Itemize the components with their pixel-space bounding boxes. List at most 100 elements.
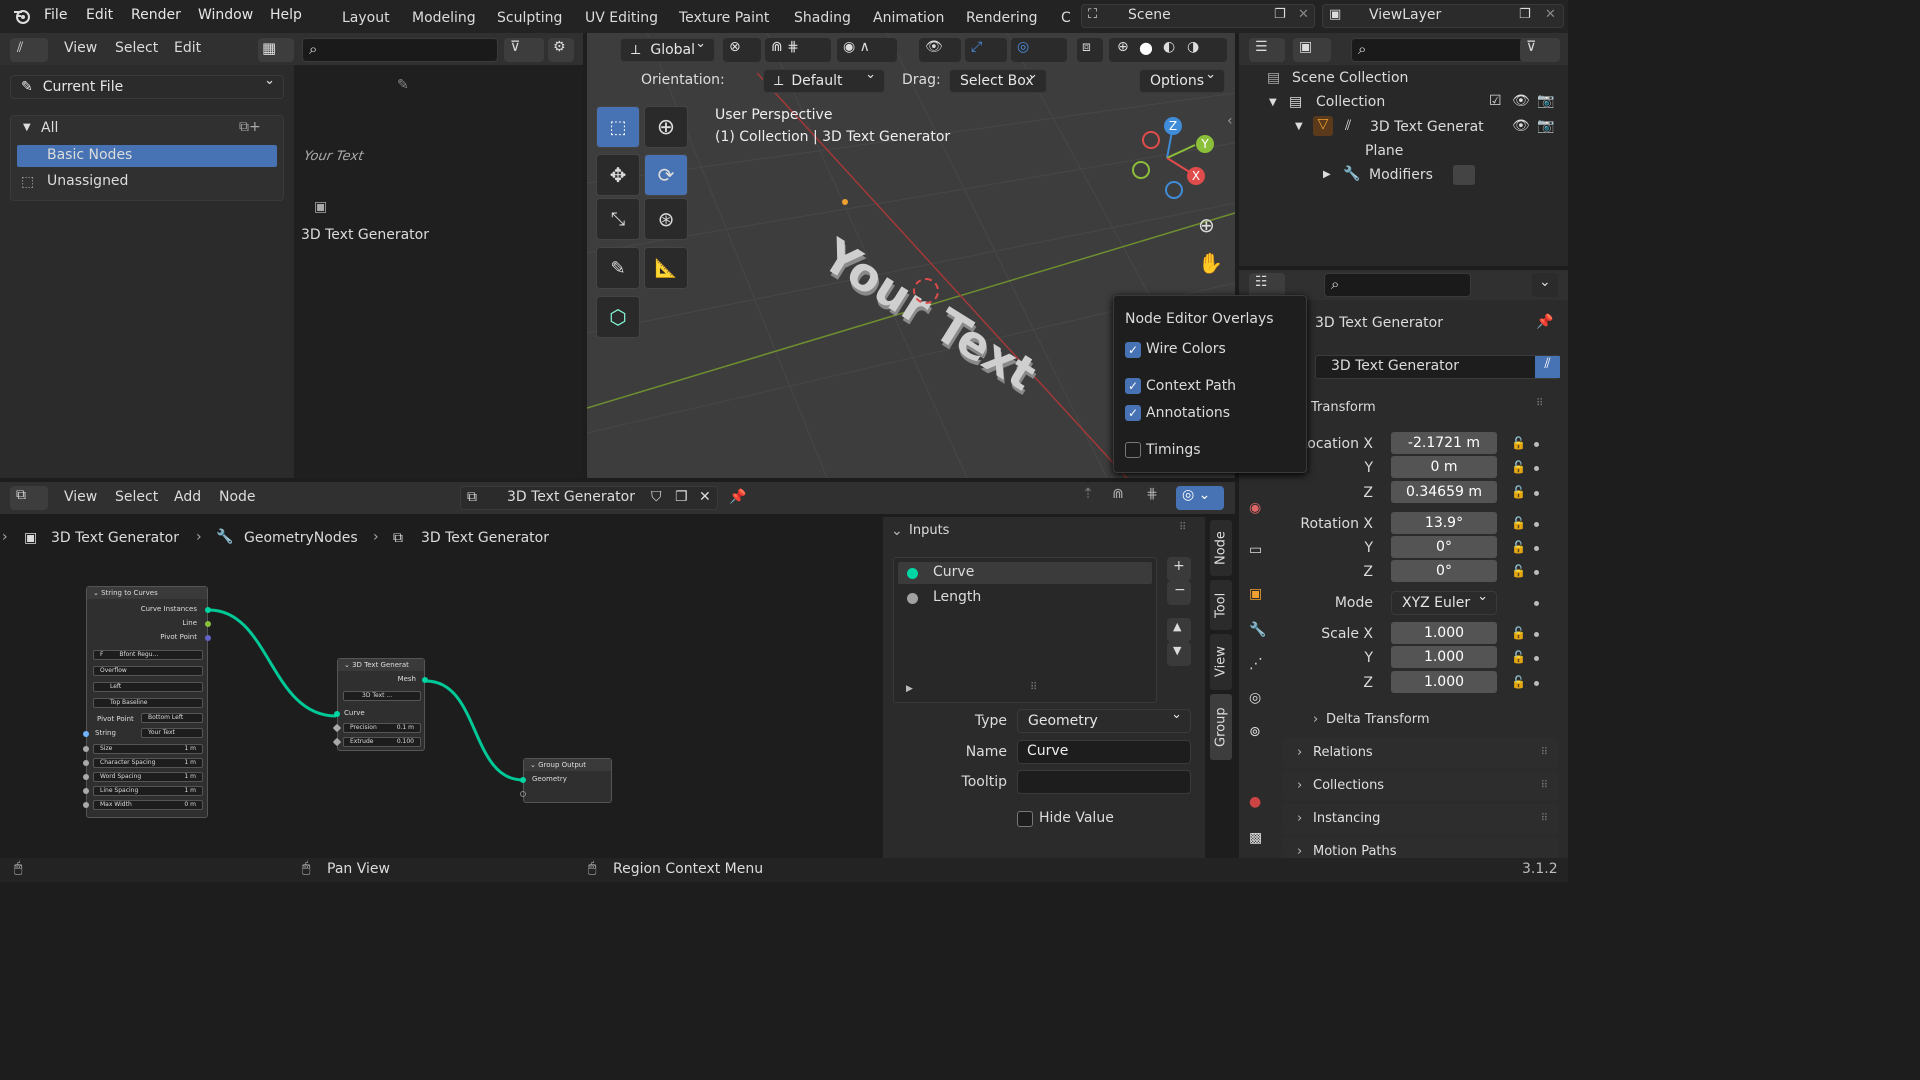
font-selector[interactable]: F Bfont Regu... [93,650,203,660]
keyframe-dot-icon[interactable] [1534,522,1539,527]
timings-checkbox[interactable] [1125,442,1141,458]
rotate-tool[interactable]: ⟳ [644,154,688,196]
overflow-dropdown[interactable]: Overflow [93,666,203,676]
socket-mesh[interactable] [422,677,428,683]
particles-tab-icon[interactable]: ⋰ [1249,656,1263,672]
3d-cursor[interactable] [913,278,939,304]
transform-tool[interactable]: ⊛ [644,198,688,240]
outliner-search-input[interactable]: ⌕ [1351,38,1525,62]
collection-tab-icon[interactable]: ▭ [1249,542,1262,558]
keyframe-dot-icon[interactable] [1534,601,1539,606]
character-spacing-field[interactable]: Character Spacing 1 m [93,758,203,768]
proportional-edit-button[interactable]: ◉ ∧ [837,38,897,62]
scale-z-field[interactable]: 1.000 [1391,671,1497,693]
menu-edit[interactable]: Edit [86,7,113,23]
remove-input-button[interactable]: − [1167,581,1191,605]
lock-icon[interactable]: 🔓 [1511,675,1526,689]
size-field[interactable]: Size 1 m [93,744,203,754]
line-spacing-field[interactable]: Line Spacing 1 m [93,786,203,796]
align-x-dropdown[interactable]: Left [93,682,203,692]
node-header[interactable]: ⌄ Group Output [524,759,611,771]
gizmo-neg-z[interactable] [1165,181,1183,199]
menu-render[interactable]: Render [131,7,181,23]
solid-shading-icon[interactable]: ● [1139,38,1153,57]
tab-sculpting[interactable]: Sculpting [497,10,562,26]
gizmo-z[interactable]: Z [1164,117,1182,135]
menu-view[interactable]: View [64,40,97,56]
display-mode-button[interactable]: ▦ [258,38,294,62]
location-y-field[interactable]: 0 m [1391,456,1497,478]
keyframe-dot-icon[interactable] [1534,546,1539,551]
overlays-button[interactable]: ◎ [1011,38,1067,62]
hide-value-checkbox[interactable] [1017,811,1033,827]
gizmo-x[interactable]: X [1187,167,1205,185]
node-editor[interactable]: ⧉ View Select Add Node ⧉ 3D Text Generat… [0,482,1235,858]
menu-help[interactable]: Help [270,7,302,23]
texture-tab-icon[interactable]: ▩ [1249,830,1262,846]
tab-layout[interactable]: Layout [342,10,390,26]
parent-node-tree-icon[interactable]: ⇡ [1076,486,1100,510]
inputs-header[interactable]: Inputs [909,523,949,538]
socket-line[interactable] [205,621,211,627]
keyframe-dot-icon[interactable] [1534,491,1539,496]
max-width-field[interactable]: Max Width 0 m [93,800,203,810]
outliner-filter-button[interactable]: ⊽ [1520,38,1560,62]
socket-curve-instances[interactable] [205,607,211,613]
socket-curve[interactable] [334,711,340,717]
socket-word-spacing[interactable] [83,774,89,780]
text-generator-node[interactable]: ⌄ 3D Text Generat Mesh 3D Text ... Curve… [332,658,428,751]
lock-icon[interactable]: 🔓 [1511,460,1526,474]
gizmo-y[interactable]: Y [1196,135,1214,153]
modifier-tab-icon[interactable]: 🔧 [1249,622,1266,638]
socket-geometry[interactable] [520,777,526,783]
type-dropdown[interactable]: Geometry [1017,707,1191,733]
chevron-down-icon[interactable]: ⌄ [891,523,903,539]
editor-type-button[interactable]: ⫽ [10,38,48,62]
modifier-toggle-icon[interactable] [1453,165,1475,185]
menu-window[interactable]: Window [198,7,253,23]
annotations-checkbox[interactable]: ✓ [1125,405,1141,421]
keyframe-dot-icon[interactable] [1534,632,1539,637]
catalog-all[interactable]: All [41,120,58,136]
drag-dropdown[interactable]: Select Box [949,67,1047,93]
socket-line-spacing[interactable] [83,788,89,794]
display-mode-button[interactable]: ▣ [1293,38,1331,62]
rendered-shading-icon[interactable]: ◑ [1187,39,1199,55]
collections-section[interactable]: Collections ⠿ [1283,771,1558,801]
relations-section[interactable]: Relations ⠿ [1283,738,1558,768]
context-path-label[interactable]: Context Path [1146,378,1236,394]
visibility-button[interactable]: 👁 [919,38,961,62]
tab-group[interactable]: Group [1210,694,1232,760]
catalog-unassigned[interactable]: Unassigned [47,173,128,189]
move-tool[interactable]: ✥ [596,154,640,196]
string-to-curves-node[interactable]: ⌄ String to Curves Curve Instances Line … [83,586,211,818]
camera-icon[interactable]: 📷 [1537,93,1554,109]
lock-icon[interactable]: 🔓 [1511,540,1526,554]
expand-icon[interactable]: ▼ [1269,97,1277,108]
constraints-tab-icon[interactable]: ⊚ [1249,724,1261,740]
scene-selector[interactable]: ⛶ Scene ❐ ✕ [1081,4,1315,28]
tab-modeling[interactable]: Modeling [412,10,476,26]
drag-handle-icon[interactable]: ⠿ [1541,771,1548,801]
word-spacing-field[interactable]: Word Spacing 1 m [93,772,203,782]
close-icon[interactable]: ✕ [1298,7,1309,22]
close-icon[interactable]: ✕ [1545,7,1556,22]
motion-paths-section[interactable]: Motion Paths [1283,837,1558,858]
expand-icon[interactable]: ▼ [23,122,31,133]
tab-uv-editing[interactable]: UV Editing [585,10,658,26]
pin-icon[interactable]: 📌 [1536,314,1553,330]
scale-x-field[interactable]: 1.000 [1391,622,1497,644]
socket-empty[interactable] [520,791,526,797]
keyframe-dot-icon[interactable] [1534,466,1539,471]
options-button[interactable]: ⌄ [1532,273,1558,297]
keyframe-dot-icon[interactable] [1534,656,1539,661]
lock-icon[interactable]: 🔓 [1511,516,1526,530]
rotation-z-field[interactable]: 0° [1391,560,1497,582]
menu-select[interactable]: Select [115,40,158,56]
add-cube-tool[interactable]: ⬡ [596,296,640,338]
modifiers-label[interactable]: Modifiers [1369,167,1433,183]
keyframe-dot-icon[interactable] [1534,681,1539,686]
scene-collection-label[interactable]: Scene Collection [1292,70,1408,86]
select-box-tool[interactable]: ⬚ [596,106,640,148]
socket-character-spacing[interactable] [83,760,89,766]
